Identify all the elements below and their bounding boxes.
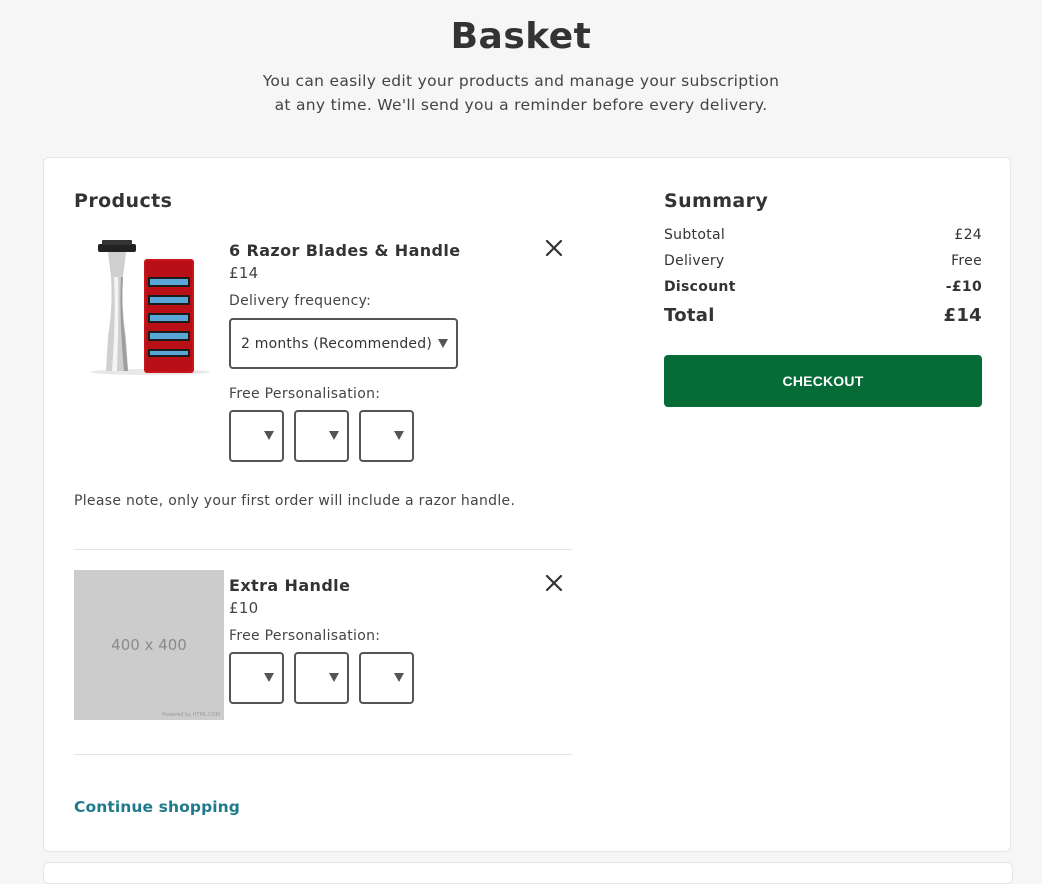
product-name-razor: 6 Razor Blades & Handle xyxy=(229,241,461,260)
summary-heading: Summary xyxy=(664,190,769,212)
chevron-down-icon xyxy=(264,673,274,682)
checkout-button[interactable]: CHECKOUT xyxy=(664,355,982,407)
chevron-down-icon xyxy=(329,673,339,682)
product-name-extra-handle: Extra Handle xyxy=(229,576,351,595)
products-heading: Products xyxy=(74,190,173,212)
personalisation-label-handle: Free Personalisation: xyxy=(229,628,381,644)
handle-note: Please note, only your first order will … xyxy=(74,493,516,509)
divider xyxy=(74,549,572,550)
handle-personalisation-select-2[interactable] xyxy=(294,652,349,704)
delivery-frequency-label: Delivery frequency: xyxy=(229,293,372,309)
personalisation-select-2[interactable] xyxy=(294,410,349,462)
secondary-card-edge xyxy=(43,862,1013,884)
image-placeholder-text: 400 x 400 xyxy=(111,636,187,654)
delivery-value: Free xyxy=(951,253,982,269)
handle-personalisation-select-3[interactable] xyxy=(359,652,414,704)
handle-personalisation-select-1[interactable] xyxy=(229,652,284,704)
total-value: £14 xyxy=(943,305,982,326)
chevron-down-icon xyxy=(438,339,448,348)
discount-label: Discount xyxy=(664,279,736,295)
page-subtitle: You can easily edit your products and ma… xyxy=(221,69,821,117)
total-label: Total xyxy=(664,305,715,326)
chevron-down-icon xyxy=(394,673,404,682)
discount-value: -£10 xyxy=(945,279,982,295)
image-placeholder-credit: Powered by HTML.COM xyxy=(162,712,220,718)
remove-extra-handle-button[interactable] xyxy=(543,572,565,594)
product-price-extra-handle: £10 xyxy=(229,599,259,617)
remove-razor-button[interactable] xyxy=(543,237,565,259)
personalisation-select-3[interactable] xyxy=(359,410,414,462)
close-icon xyxy=(545,239,563,257)
extra-handle-image: 400 x 400 Powered by HTML.COM xyxy=(74,570,224,720)
chevron-down-icon xyxy=(264,431,274,440)
subtotal-value: £24 xyxy=(954,227,982,243)
razor-product-image xyxy=(88,237,218,377)
personalisation-label-razor: Free Personalisation: xyxy=(229,386,381,402)
subtitle-line-2: at any time. We'll send you a reminder b… xyxy=(274,96,768,114)
personalisation-select-1[interactable] xyxy=(229,410,284,462)
subtotal-label: Subtotal xyxy=(664,227,726,243)
delivery-frequency-value: 2 months (Recommended) xyxy=(241,336,432,352)
chevron-down-icon xyxy=(394,431,404,440)
divider xyxy=(74,754,572,755)
chevron-down-icon xyxy=(329,431,339,440)
product-price-razor: £14 xyxy=(229,264,259,282)
delivery-frequency-select[interactable]: 2 months (Recommended) xyxy=(229,318,458,369)
close-icon xyxy=(545,574,563,592)
continue-shopping-link[interactable]: Continue shopping xyxy=(74,798,240,816)
page-title: Basket xyxy=(450,16,592,57)
subtitle-line-1: You can easily edit your products and ma… xyxy=(262,72,780,90)
delivery-label: Delivery xyxy=(664,253,725,269)
